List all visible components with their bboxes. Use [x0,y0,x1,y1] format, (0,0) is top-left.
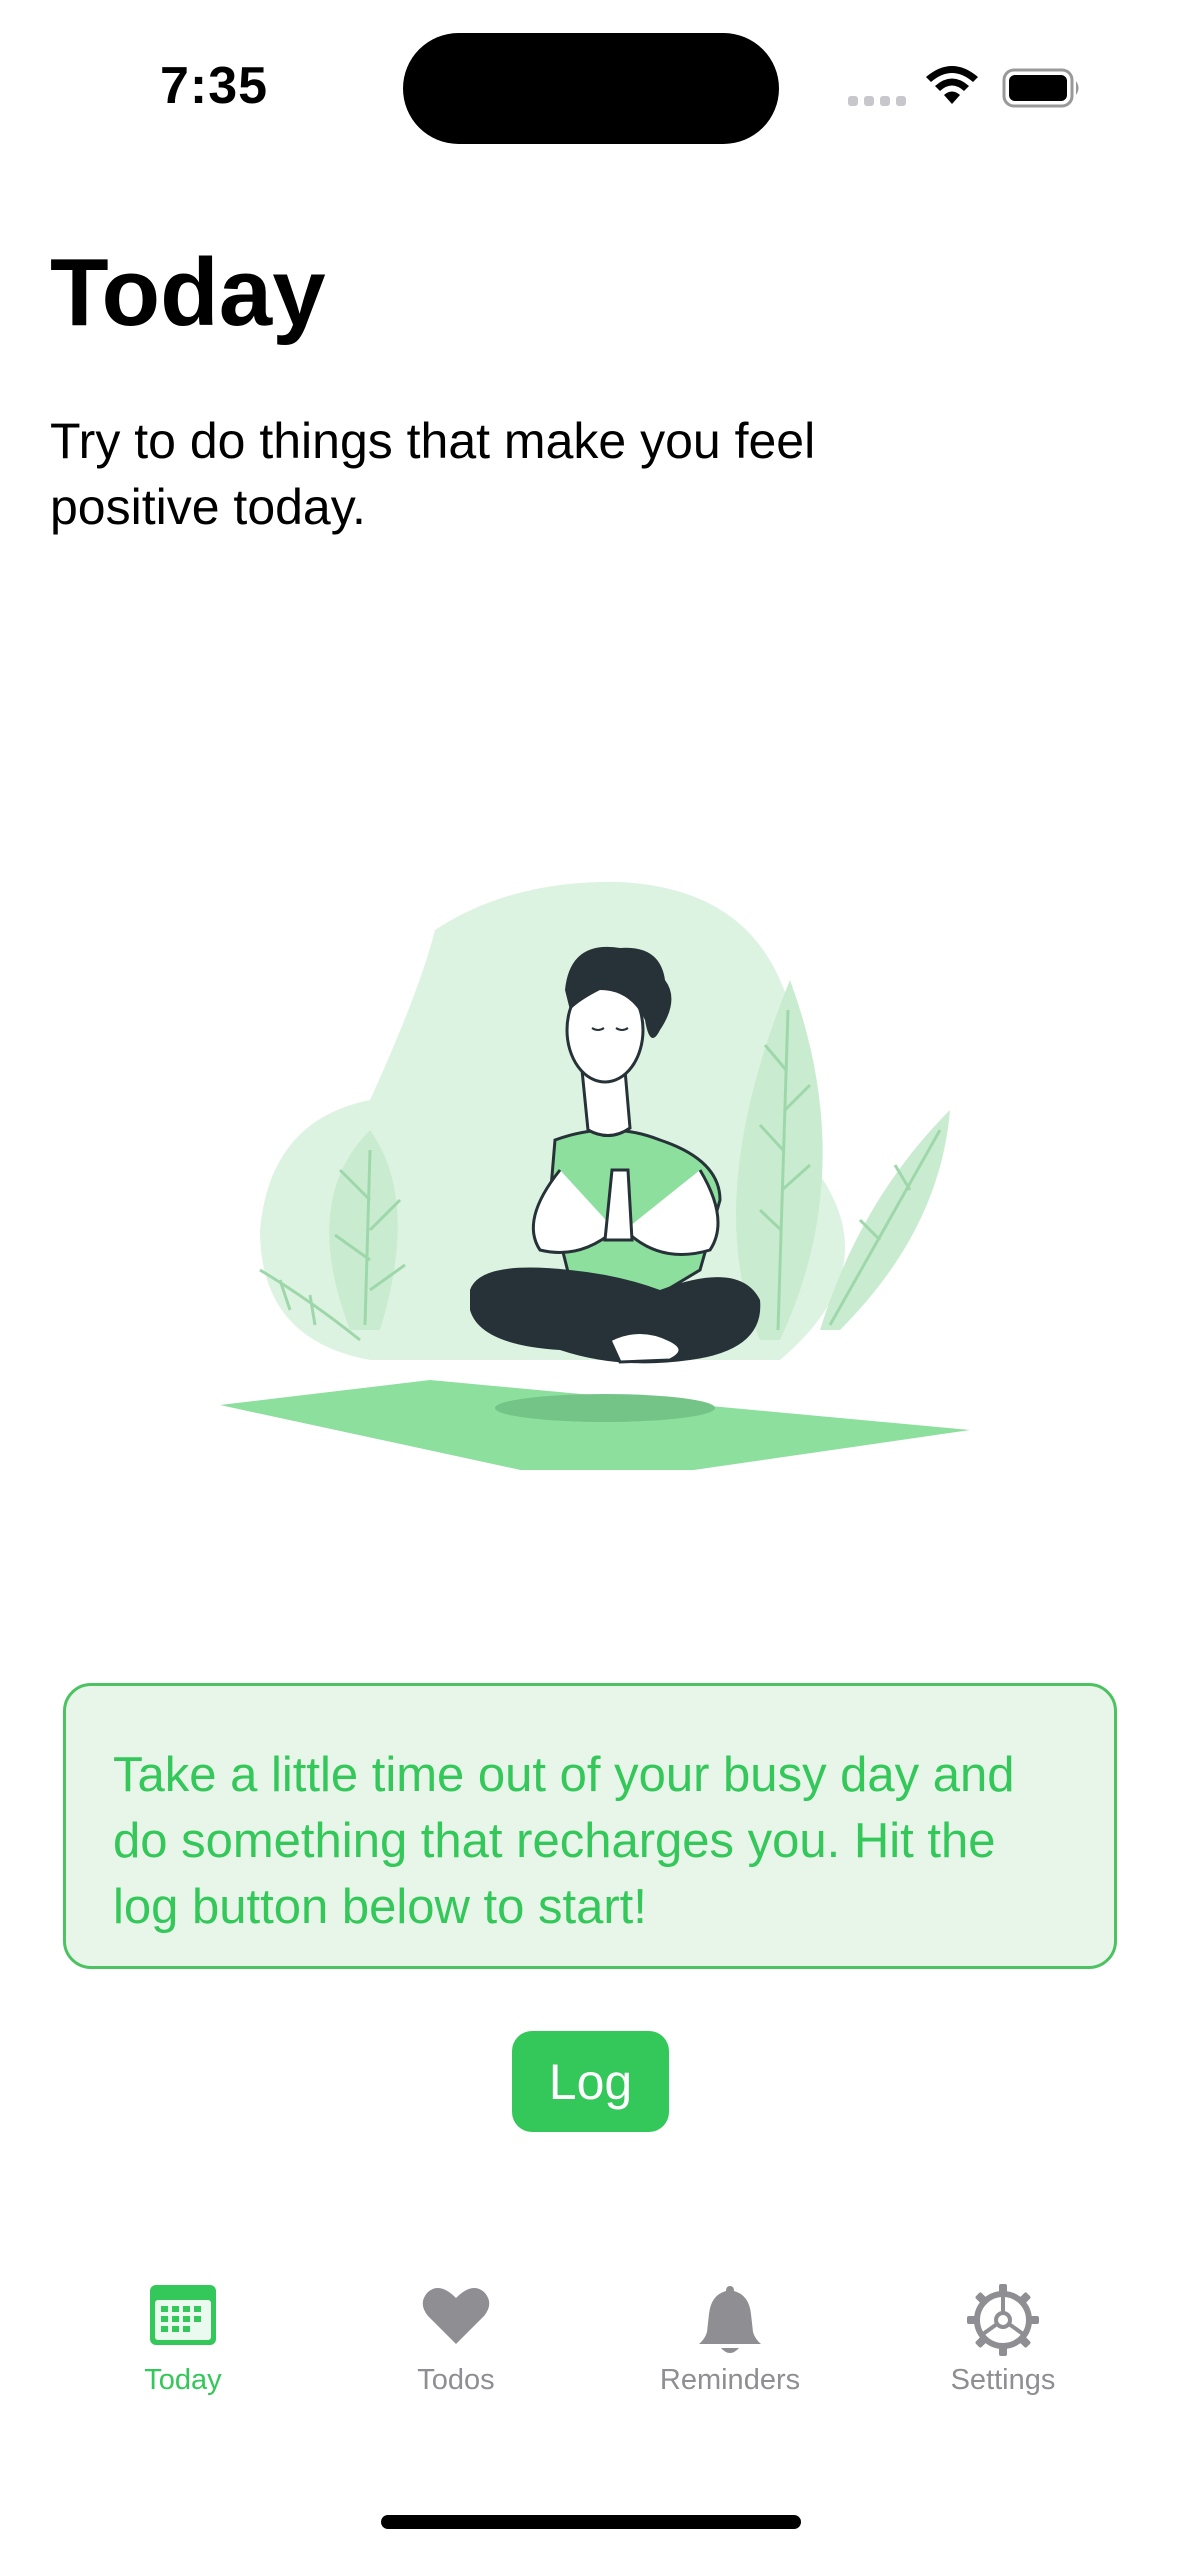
log-button[interactable]: Log [512,2031,669,2132]
meditation-illustration [220,881,970,1470]
tab-today[interactable]: Today [68,2250,298,2420]
bell-icon [699,2286,761,2353]
cellular-signal-icon [848,96,906,106]
home-indicator[interactable] [381,2515,801,2529]
tab-bar: Today Todos Reminders Settings [0,2250,1179,2430]
status-bar: 7:35 [0,0,1179,150]
page-subtitle: Try to do things that make you feel posi… [50,413,816,535]
gear-icon [967,2284,1039,2356]
dynamic-island [403,33,779,144]
tab-todos[interactable]: Todos [341,2250,571,2420]
tab-label: Settings [950,2364,1056,2396]
tab-settings[interactable]: Settings [888,2250,1118,2420]
tab-reminders[interactable]: Reminders [615,2250,845,2420]
tab-label: Reminders [659,2364,801,2396]
calendar-icon [150,2285,216,2345]
battery-icon [1002,68,1079,108]
encouragement-text: Take a little time out of your busy day … [113,1748,1015,1934]
encouragement-card: Take a little time out of your busy day … [63,1683,1117,1969]
status-time: 7:35 [160,57,269,115]
wifi-icon [926,66,978,104]
tab-label: Todos [417,2364,495,2396]
page-title: Today [50,239,326,346]
tab-label: Today [144,2364,222,2396]
heart-icon [422,2288,490,2344]
